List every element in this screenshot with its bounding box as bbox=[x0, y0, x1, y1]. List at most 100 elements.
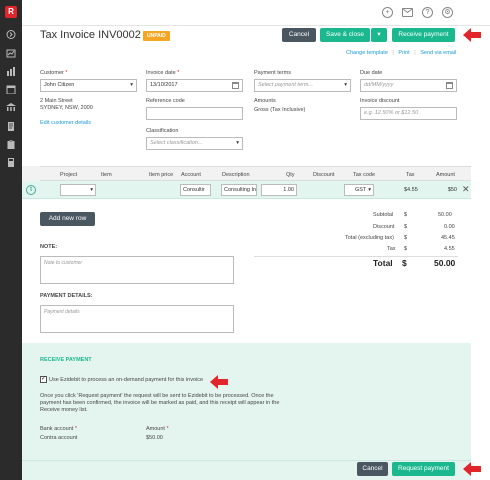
customer-label-text: Customer bbox=[40, 70, 64, 76]
tax-label: Tax bbox=[387, 246, 396, 252]
chevron-down-icon: ▾ bbox=[344, 82, 347, 88]
footer-divider bbox=[22, 460, 471, 461]
col-tax-code: Tax code bbox=[353, 172, 376, 178]
currency-symbol: $ bbox=[404, 246, 408, 252]
drag-handle-icon[interactable]: ⇕ bbox=[26, 185, 36, 195]
calendar-icon[interactable] bbox=[6, 85, 16, 95]
footer-cancel-button[interactable]: Cancel bbox=[357, 462, 388, 476]
bank-account-value[interactable]: Contra account bbox=[40, 435, 77, 441]
required-marker: * bbox=[65, 70, 68, 76]
remove-row-icon[interactable]: ✕ bbox=[462, 184, 470, 195]
request-payment-button[interactable]: Request payment bbox=[392, 462, 455, 476]
payment-terms-placeholder: Select payment term... bbox=[258, 82, 314, 88]
save-dropdown-button[interactable]: ▾ bbox=[371, 28, 387, 42]
ezidebit-checkbox-label: Use Ezidebit to process an on-demand pay… bbox=[49, 377, 204, 383]
clipboard-icon[interactable] bbox=[6, 140, 16, 149]
add-new-row-button[interactable]: Add new row bbox=[40, 212, 95, 226]
invoice-discount-placeholder: e.g. 12.50% or $12.50 bbox=[364, 110, 419, 116]
edit-customer-link[interactable]: Edit customer details bbox=[40, 120, 91, 126]
required-marker: * bbox=[177, 70, 180, 76]
help-icon[interactable]: ? bbox=[422, 7, 433, 18]
subtotal-value: 50.00 bbox=[438, 212, 452, 218]
amount-cell[interactable]: $50 bbox=[428, 184, 460, 196]
calendar-icon bbox=[232, 82, 239, 89]
customer-label: Customer * bbox=[40, 70, 68, 76]
classification-select[interactable]: Select classification... ▾ bbox=[146, 137, 243, 150]
document-icon[interactable] bbox=[6, 122, 16, 131]
change-template-link[interactable]: Change template bbox=[346, 50, 388, 56]
ezidebit-checkbox[interactable]: ✓ bbox=[40, 376, 47, 383]
currency-symbol: $ bbox=[404, 224, 408, 230]
discount-label: Discount bbox=[373, 224, 395, 230]
amount-label-text: Amount bbox=[146, 426, 165, 432]
cancel-button[interactable]: Cancel bbox=[282, 28, 316, 42]
description-cell[interactable]: Consulting In bbox=[221, 184, 257, 196]
classification-label: Classification bbox=[146, 128, 179, 134]
send-email-link[interactable]: Send via email bbox=[420, 50, 456, 56]
col-project: Project bbox=[60, 172, 78, 178]
receive-payment-panel: RECEIVE PAYMENT ✓ Use Ezidebit to proces… bbox=[22, 343, 471, 480]
total-ex-tax-value: 45.45 bbox=[441, 235, 455, 241]
add-icon[interactable]: + bbox=[382, 7, 393, 18]
payment-details-textarea[interactable]: Payment details bbox=[40, 305, 234, 333]
currency-symbol: $ bbox=[402, 258, 407, 268]
total-value: 50.00 bbox=[434, 258, 456, 268]
col-description: Description bbox=[222, 172, 250, 178]
calculator-icon[interactable] bbox=[6, 158, 16, 167]
currency-symbol: $ bbox=[404, 235, 408, 241]
due-date-input[interactable]: dd/MM/yyyy bbox=[360, 79, 457, 92]
tax-code-value: GST bbox=[355, 187, 367, 193]
note-textarea[interactable]: Note to customer bbox=[40, 256, 234, 284]
bank-icon[interactable] bbox=[6, 103, 16, 112]
qty-cell[interactable]: 1.00 bbox=[261, 184, 297, 196]
reference-label: Reference code bbox=[146, 98, 185, 104]
col-tax: Tax bbox=[406, 172, 415, 178]
col-account: Account bbox=[181, 172, 201, 178]
due-date-placeholder: dd/MM/yyyy bbox=[364, 82, 394, 88]
receive-info-text: Once you click 'Request payment' the req… bbox=[40, 393, 280, 413]
amounts-label: Amounts bbox=[254, 98, 276, 104]
status-badge: UNPAID bbox=[143, 31, 170, 41]
invoice-discount-label: Invoice discount bbox=[360, 98, 400, 104]
invoice-date-input[interactable]: 13/10/2017 bbox=[146, 79, 243, 92]
customer-select[interactable]: John Citizen ▾ bbox=[40, 79, 137, 92]
invoice-discount-input[interactable]: e.g. 12.50% or $12.50 bbox=[360, 107, 457, 120]
mail-icon[interactable] bbox=[402, 8, 413, 17]
totals-divider bbox=[254, 256, 458, 257]
total-ex-tax-label: Total (excluding tax) bbox=[345, 235, 394, 241]
chevron-down-icon: ▾ bbox=[130, 82, 133, 88]
chevron-down-icon: ▾ bbox=[368, 187, 371, 193]
link-separator: | bbox=[414, 50, 416, 56]
settings-icon[interactable]: ⚙ bbox=[442, 7, 453, 18]
chevron-right-icon[interactable] bbox=[6, 30, 16, 39]
amount-value[interactable]: $50.00 bbox=[146, 435, 163, 441]
note-label: NOTE: bbox=[40, 244, 58, 250]
receive-payment-heading: RECEIVE PAYMENT bbox=[40, 357, 92, 363]
header-links: Change template | Print | Send via email bbox=[346, 50, 456, 56]
col-qty: Qty bbox=[286, 172, 295, 178]
reference-input[interactable] bbox=[146, 107, 243, 120]
due-date-label: Due date bbox=[360, 70, 383, 76]
project-cell[interactable]: ▾ bbox=[60, 184, 96, 196]
payment-terms-select[interactable]: Select payment term... ▾ bbox=[254, 79, 351, 92]
invoice-date-label: Invoice date * bbox=[146, 70, 179, 76]
table-header: Project Item Item price Account Descript… bbox=[40, 166, 471, 181]
top-bar: + ? ⚙ bbox=[22, 0, 490, 26]
required-marker: * bbox=[74, 426, 77, 432]
bank-account-label: Bank account * bbox=[40, 426, 77, 432]
tax-code-cell[interactable]: GST ▾ bbox=[344, 184, 374, 196]
app-logo[interactable]: R bbox=[5, 6, 17, 18]
dashboard-icon[interactable] bbox=[6, 49, 16, 58]
address-line-2: SYDNEY, NSW, 2000 bbox=[40, 105, 93, 111]
sidebar: R bbox=[0, 0, 22, 480]
chart-icon[interactable] bbox=[6, 67, 16, 76]
amount-label: Amount * bbox=[146, 426, 169, 432]
annotation-arrow-icon bbox=[463, 28, 481, 42]
discount-value: 0.00 bbox=[444, 224, 455, 230]
account-cell[interactable]: Consultir bbox=[180, 184, 211, 196]
print-link[interactable]: Print bbox=[398, 50, 409, 56]
receive-payment-button[interactable]: Receive payment bbox=[392, 28, 455, 42]
save-close-button[interactable]: Save & close bbox=[320, 28, 370, 42]
amounts-value: Gross (Tax Inclusive) bbox=[254, 107, 306, 113]
table-row: ⇕ ▾ Consultir Consulting In 1.00 GST ▾ $4… bbox=[22, 181, 471, 199]
